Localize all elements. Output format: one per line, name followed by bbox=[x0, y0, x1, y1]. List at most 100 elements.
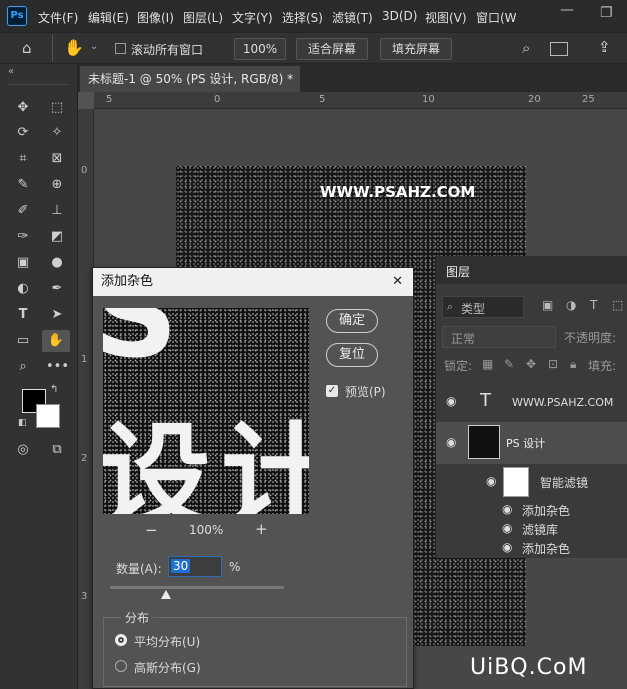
history-brush-tool-icon[interactable]: ✑ bbox=[12, 226, 34, 248]
path-selection-tool-icon[interactable]: ➤ bbox=[46, 304, 68, 326]
add-noise-dialog: 添加杂色 ✕ S 设 计 − 100% + 确定 复位 ✓ 预览(P) 数量(A… bbox=[92, 267, 414, 689]
restore-button[interactable]: ❐ bbox=[600, 5, 613, 21]
smart-filters-row[interactable]: ◉ 智能滤镜 bbox=[436, 464, 627, 500]
fill-screen-button[interactable]: 填充屏幕 bbox=[380, 38, 452, 60]
layer-filter-select[interactable]: ⌕ 类型 bbox=[442, 296, 524, 318]
background-color-swatch[interactable] bbox=[36, 404, 60, 428]
gradient-tool-icon[interactable]: ▣ bbox=[12, 252, 34, 274]
rectangle-tool-icon[interactable]: ▭ bbox=[12, 330, 34, 352]
menu-3d[interactable]: 3D(D) bbox=[382, 9, 417, 23]
share-icon[interactable]: ⇪ bbox=[598, 38, 611, 56]
image-filter-icon[interactable]: ▣ bbox=[542, 298, 553, 312]
filter-name: 滤镜库 bbox=[522, 523, 559, 537]
document-tab-title: 未标题-1 @ 50% (PS 设计, RGB/8) * bbox=[88, 72, 294, 86]
lasso-tool-icon[interactable]: ⟳ bbox=[12, 122, 34, 144]
shape-filter-icon[interactable]: ⬚ bbox=[612, 298, 623, 312]
document-tab[interactable]: 未标题-1 @ 50% (PS 设计, RGB/8) * × bbox=[80, 66, 300, 112]
dodge-tool-icon[interactable]: ◐ bbox=[12, 278, 34, 300]
move-tool-icon[interactable]: ✥ bbox=[12, 97, 34, 119]
menu-type[interactable]: 文字(Y) bbox=[232, 9, 273, 26]
ruler-label: 20 bbox=[528, 94, 541, 105]
menu-select[interactable]: 选择(S) bbox=[282, 9, 323, 26]
menu-layer[interactable]: 图层(L) bbox=[183, 9, 223, 26]
layers-panel-title[interactable]: 图层 bbox=[446, 263, 470, 280]
marquee-tool-icon[interactable]: ⬚ bbox=[46, 97, 68, 119]
minimize-button[interactable]: — bbox=[560, 2, 574, 18]
home-icon[interactable]: ⌂ bbox=[22, 39, 32, 57]
workspace-icon[interactable] bbox=[550, 42, 568, 56]
more-tools-icon[interactable]: ••• bbox=[46, 356, 69, 378]
ok-button[interactable]: 确定 bbox=[326, 309, 378, 333]
zoom-out-button[interactable]: − bbox=[145, 521, 158, 539]
amount-input[interactable]: 30 bbox=[168, 556, 222, 577]
filter-row[interactable]: ◉ 添加杂色 bbox=[436, 538, 627, 557]
visibility-eye-icon[interactable]: ◉ bbox=[446, 394, 456, 408]
ruler-label: 5 bbox=[106, 94, 113, 105]
gaussian-radio[interactable] bbox=[115, 660, 127, 672]
lock-all-icon[interactable]: 🔒︎ bbox=[570, 357, 576, 372]
adjustment-filter-icon[interactable]: ◑ bbox=[566, 298, 576, 312]
preview-glyph: 设 bbox=[103, 412, 211, 514]
layer-filter-label: 类型 bbox=[461, 302, 486, 316]
blur-tool-icon[interactable]: ● bbox=[46, 252, 68, 274]
amount-unit: % bbox=[229, 560, 241, 574]
visibility-eye-icon[interactable]: ◉ bbox=[486, 474, 496, 488]
uniform-radio[interactable] bbox=[115, 634, 127, 646]
close-icon[interactable]: ✕ bbox=[392, 268, 403, 296]
collapse-icon[interactable]: « bbox=[8, 66, 14, 77]
eyedropper-tool-icon[interactable]: ✎ bbox=[12, 174, 34, 196]
eraser-tool-icon[interactable]: ◩ bbox=[46, 226, 68, 248]
preview-checkbox[interactable]: ✓ bbox=[326, 385, 338, 397]
menu-view[interactable]: 视图(V) bbox=[425, 9, 467, 26]
pen-tool-icon[interactable]: ✒ bbox=[46, 278, 68, 300]
filter-row[interactable]: ◉ 添加杂色 bbox=[436, 500, 627, 519]
menu-file[interactable]: 文件(F) bbox=[38, 9, 78, 26]
menu-filter[interactable]: 滤镜(T) bbox=[332, 9, 373, 26]
type-filter-icon[interactable]: T bbox=[590, 298, 597, 312]
scroll-all-checkbox[interactable] bbox=[115, 43, 126, 54]
lock-image-icon[interactable]: ✎ bbox=[504, 357, 514, 371]
default-colors-icon[interactable]: ◧ bbox=[18, 418, 27, 428]
blend-mode-select[interactable]: 正常 bbox=[442, 326, 556, 348]
zoom-in-button[interactable]: + bbox=[255, 520, 268, 538]
crop-tool-icon[interactable]: ⌗ bbox=[12, 148, 34, 170]
preview-label: 预览(P) bbox=[345, 385, 386, 399]
brush-tool-icon[interactable]: ✐ bbox=[12, 200, 34, 222]
stamp-tool-icon[interactable]: ⊥ bbox=[46, 200, 68, 222]
menu-edit[interactable]: 编辑(E) bbox=[88, 9, 129, 26]
lock-pixels-icon[interactable]: ▦ bbox=[482, 357, 493, 371]
filter-preview[interactable]: S 设 计 bbox=[103, 308, 309, 514]
amount-slider-track[interactable] bbox=[110, 586, 284, 589]
menu-image[interactable]: 图像(I) bbox=[137, 9, 174, 26]
zoom-tool-icon[interactable]: ⌕ bbox=[12, 356, 34, 378]
visibility-eye-icon[interactable]: ◉ bbox=[446, 435, 456, 449]
dialog-title-bar[interactable]: 添加杂色 ✕ bbox=[93, 268, 413, 296]
layer-row-text[interactable]: ◉ T WWW.PSAHZ.COM bbox=[436, 382, 627, 422]
frame-tool-icon[interactable]: ⊠ bbox=[46, 148, 68, 170]
visibility-eye-icon[interactable]: ◉ bbox=[502, 540, 512, 554]
quick-mask-icon[interactable]: ◎ bbox=[12, 439, 34, 461]
type-tool-icon[interactable]: T bbox=[12, 304, 34, 326]
spot-healing-tool-icon[interactable]: ⊕ bbox=[46, 174, 68, 196]
hand-tool-active-icon[interactable]: ✋ bbox=[42, 330, 70, 352]
filter-mask-thumbnail[interactable] bbox=[503, 467, 529, 497]
amount-slider-handle[interactable] bbox=[161, 590, 171, 599]
lock-position-icon[interactable]: ✥ bbox=[526, 357, 536, 371]
fit-screen-button[interactable]: 适合屏幕 bbox=[296, 38, 368, 60]
lock-artboard-icon[interactable]: ⊡ bbox=[548, 357, 558, 371]
filter-row[interactable]: ◉ 滤镜库 bbox=[436, 519, 627, 538]
chevron-down-icon[interactable]: ⌄ bbox=[90, 41, 98, 52]
visibility-eye-icon[interactable]: ◉ bbox=[502, 502, 512, 516]
reset-button[interactable]: 复位 bbox=[326, 343, 378, 367]
hand-tool-icon[interactable]: ✋ bbox=[64, 38, 84, 57]
menu-window[interactable]: 窗口(W bbox=[476, 9, 516, 26]
search-icon[interactable]: ⌕ bbox=[522, 39, 530, 57]
layer-row-smart-object[interactable]: ◉ PS 设计 bbox=[436, 422, 627, 464]
swap-colors-icon[interactable]: ↰ bbox=[50, 384, 58, 395]
site-watermark: UiBQ.CoM bbox=[470, 655, 588, 680]
zoom-percent-button[interactable]: 100% bbox=[234, 38, 286, 60]
magic-wand-tool-icon[interactable]: ✧ bbox=[46, 122, 68, 144]
document-tab-bar: 未标题-1 @ 50% (PS 设计, RGB/8) * × bbox=[78, 64, 627, 112]
screen-mode-icon[interactable]: ⧉ bbox=[46, 439, 68, 461]
visibility-eye-icon[interactable]: ◉ bbox=[502, 521, 512, 535]
